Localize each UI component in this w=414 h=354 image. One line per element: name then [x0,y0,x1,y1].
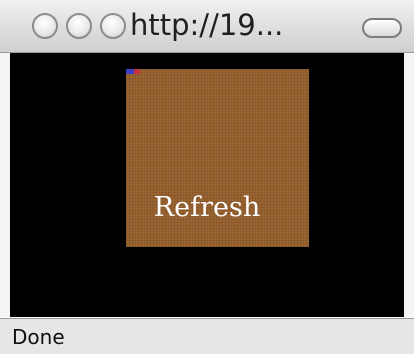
red-pixel [134,69,140,74]
window-frame-right [404,53,414,317]
pixel-marker [126,69,140,74]
window-frame-left [0,53,10,317]
status-bar: Done [0,318,414,354]
status-text: Done [12,325,65,349]
zoom-button[interactable] [100,13,126,39]
window-title: http://19... [130,8,284,42]
close-button[interactable] [32,13,58,39]
page-content [10,53,404,317]
refresh-link[interactable]: Refresh [0,190,414,226]
browser-window: http://19... Refresh Done [0,0,414,354]
minimize-button[interactable] [66,13,92,39]
toolbar-toggle-button[interactable] [362,18,402,38]
title-bar: http://19... [0,0,414,53]
